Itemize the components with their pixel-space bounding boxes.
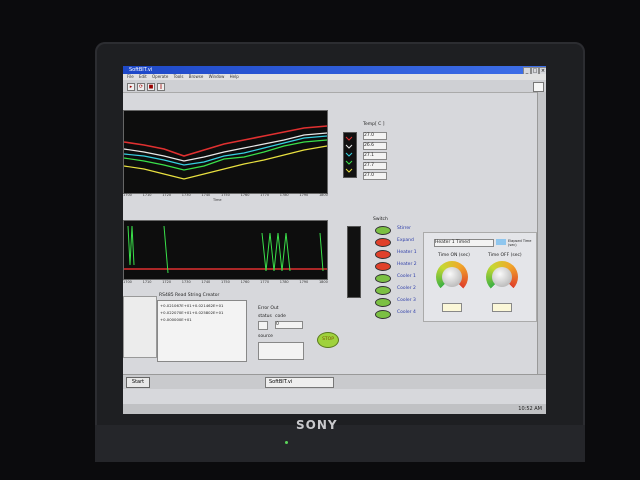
temp-value-2: 26.6 bbox=[363, 142, 387, 150]
menu-file[interactable]: File bbox=[127, 74, 134, 79]
menu-edit[interactable]: Edit bbox=[139, 74, 147, 79]
toolbar: ▸ ⟳ ■ ∥ bbox=[123, 80, 546, 93]
led-cooler-2[interactable] bbox=[375, 286, 391, 295]
temp-value-3: 27.1 bbox=[363, 152, 387, 160]
taskbar: Start SoftBIT.vi bbox=[123, 374, 546, 389]
task-softbit[interactable]: SoftBIT.vi bbox=[265, 377, 334, 388]
menu-help[interactable]: Help bbox=[230, 74, 239, 79]
error-status-label: status bbox=[258, 314, 272, 319]
led-heater-2[interactable] bbox=[375, 262, 391, 271]
vertical-scrollbar[interactable] bbox=[537, 92, 546, 374]
tray-bar: 10:52 AM bbox=[123, 404, 546, 414]
menu-browse[interactable]: Browse bbox=[189, 74, 204, 79]
serial-output: +0.021067E+01+0.021462E+01 +0.022070E+01… bbox=[157, 300, 247, 362]
screen: SoftBIT.vi _ □ × File Edit Operate Tools… bbox=[123, 66, 546, 414]
laptop-bezel bbox=[95, 425, 585, 462]
abort-icon[interactable]: ■ bbox=[147, 83, 155, 91]
time-on-field[interactable] bbox=[442, 303, 462, 312]
error-code-value: 0 bbox=[275, 321, 303, 329]
switch-chart bbox=[123, 220, 328, 280]
led-cooler-1[interactable] bbox=[375, 274, 391, 283]
temperature-chart bbox=[123, 110, 328, 194]
led-cooler-4[interactable] bbox=[375, 310, 391, 319]
elapsed-label: Elapsed Time (sec) bbox=[508, 239, 532, 247]
menu-tools[interactable]: Tools bbox=[174, 74, 184, 79]
series-cyan bbox=[124, 135, 327, 166]
bottom-chart-ticks: 1700 1710 1720 1730 1740 1750 1760 1770 1780 1790… bbox=[123, 280, 328, 284]
run-arrow-icon[interactable]: ▸ bbox=[127, 83, 135, 91]
error-source-label: source bbox=[258, 334, 273, 339]
error-source-field bbox=[258, 342, 304, 360]
temp-value-1: 27.0 bbox=[363, 132, 387, 140]
led-expand[interactable] bbox=[375, 238, 391, 247]
brand-logo: SONY bbox=[296, 418, 338, 432]
error-out-label: Error Out bbox=[258, 306, 279, 311]
left-panel bbox=[123, 296, 157, 358]
top-chart-xlabel: Time bbox=[213, 198, 222, 202]
start-button[interactable]: Start bbox=[126, 377, 150, 388]
temp-label: Temp[ C ] bbox=[363, 122, 385, 127]
power-led bbox=[285, 441, 288, 444]
timer-panel: Heater 1 Timed Elapsed Time (sec) Time O… bbox=[423, 232, 537, 322]
error-code-label: code bbox=[275, 314, 286, 319]
heater-select[interactable]: Heater 1 Timed bbox=[434, 239, 494, 247]
time-off-field[interactable] bbox=[492, 303, 512, 312]
temp-value-5: 27.0 bbox=[363, 172, 387, 180]
temp-value-4: 27.7 bbox=[363, 162, 387, 170]
quick-launch bbox=[153, 378, 203, 386]
led-heater-1[interactable] bbox=[375, 250, 391, 259]
serial-label: RS485 Read String Creator bbox=[159, 293, 220, 298]
elapsed-indicator bbox=[496, 239, 506, 245]
run-continuous-icon[interactable]: ⟳ bbox=[137, 83, 145, 91]
menu-window[interactable]: Window bbox=[209, 74, 225, 79]
error-status-icon bbox=[258, 321, 268, 330]
window-title: SoftBIT.vi bbox=[129, 67, 153, 73]
dial1-label: Time ON (sec) bbox=[438, 253, 470, 258]
vi-icon bbox=[533, 82, 544, 92]
top-chart-ticks: 1700 1710 1720 1730 1740 1750 1760 1770 1780 1790… bbox=[123, 193, 328, 197]
top-legend bbox=[343, 132, 357, 178]
dial2-label: Time OFF (sec) bbox=[488, 253, 522, 258]
led-cooler-3[interactable] bbox=[375, 298, 391, 307]
pause-icon[interactable]: ∥ bbox=[157, 83, 165, 91]
window-titlebar: SoftBIT.vi _ □ × bbox=[123, 66, 546, 75]
led-stirrer[interactable] bbox=[375, 226, 391, 235]
switch-label: Switch bbox=[373, 217, 388, 222]
bottom-legend bbox=[347, 226, 361, 298]
menu-operate[interactable]: Operate bbox=[152, 74, 168, 79]
stop-button[interactable]: STOP bbox=[317, 332, 339, 348]
tray-clock: 10:52 AM bbox=[518, 406, 542, 412]
time-off-dial[interactable] bbox=[486, 261, 518, 293]
time-on-dial[interactable] bbox=[436, 261, 468, 293]
